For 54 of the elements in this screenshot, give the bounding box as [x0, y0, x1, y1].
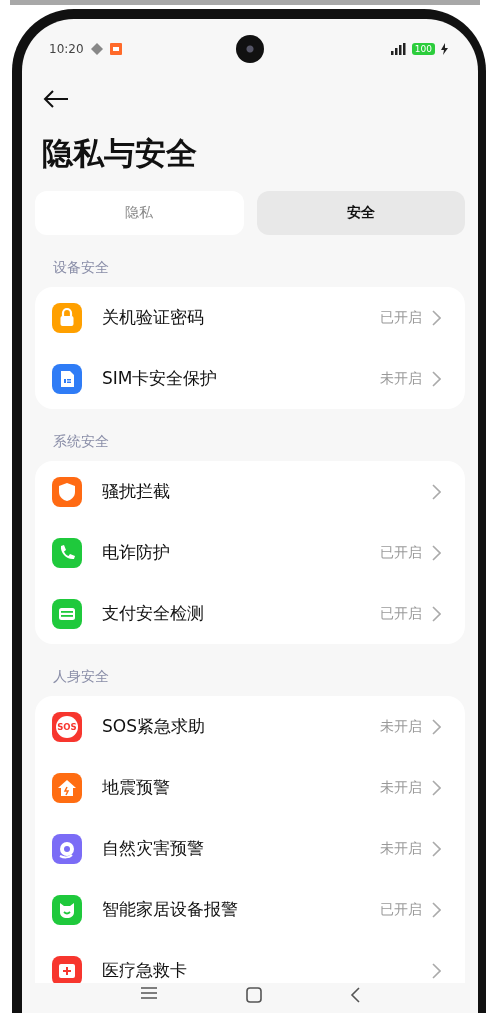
settings-item[interactable]: 骚扰拦截: [35, 461, 465, 522]
settings-item[interactable]: 自然灾害预警 未开启: [35, 818, 465, 879]
chevron-icon: [432, 544, 441, 561]
chevron-icon: [432, 483, 441, 500]
tab[interactable]: 安全: [256, 191, 465, 235]
section-heading: 设备安全: [52, 258, 110, 277]
settings-item[interactable]: 电诈防护 已开启: [35, 522, 465, 583]
chevron-icon: [432, 779, 441, 796]
item-label: 医疗急救卡: [102, 959, 187, 982]
sos-icon: SOS: [52, 711, 82, 742]
item-status: 未开启: [380, 778, 422, 797]
status-time: 10:20: [49, 42, 84, 56]
camera-icon: [236, 35, 264, 63]
item-label: 关机验证密码: [102, 306, 204, 329]
item-label: 地震预警: [102, 776, 170, 799]
diamond-icon: [89, 42, 104, 56]
settings-item[interactable]: SOS SOS紧急求助 未开启: [35, 696, 465, 757]
item-status: 已开启: [380, 604, 422, 623]
item-status: 未开启: [380, 369, 422, 388]
chevron-icon: [432, 718, 441, 735]
item-status: 未开启: [380, 839, 422, 858]
settings-item[interactable]: 智能家居设备报警 已开启: [35, 879, 465, 940]
item-label: 骚扰拦截: [102, 480, 170, 503]
item-label: 自然灾害预警: [102, 837, 204, 860]
item-status: 未开启: [380, 717, 422, 736]
item-label: SIM卡安全保护: [102, 367, 218, 390]
settings-item[interactable]: 关机验证密码 已开启: [35, 287, 465, 348]
chevron-icon: [432, 962, 441, 979]
section-heading: 系统安全: [52, 432, 110, 451]
back-arrow-icon[interactable]: [42, 89, 70, 109]
charging-icon: [441, 43, 448, 55]
section-heading: 人身安全: [52, 667, 110, 686]
chevron-icon: [432, 840, 441, 857]
settings-item[interactable]: 支付安全检测 已开启: [35, 583, 465, 644]
chevron-icon: [432, 901, 441, 918]
chevron-icon: [432, 309, 441, 326]
item-status: 已开启: [380, 900, 422, 919]
item-label: 电诈防护: [102, 541, 170, 564]
settings-item[interactable]: SIM卡安全保护 未开启: [35, 348, 465, 409]
settings-item[interactable]: 地震预警 未开启: [35, 757, 465, 818]
page-title: 隐私与安全: [42, 134, 198, 173]
chevron-icon: [432, 605, 441, 622]
notification-icon: [109, 43, 122, 55]
chevron-icon: [432, 370, 441, 387]
item-label: SOS紧急求助: [102, 715, 205, 738]
battery-level: 100: [411, 43, 435, 55]
menu-icon[interactable]: [140, 987, 158, 999]
item-status: 已开启: [380, 308, 422, 327]
item-label: 智能家居设备报警: [102, 898, 238, 921]
back-icon[interactable]: [350, 987, 360, 1003]
item-status: 已开启: [380, 543, 422, 562]
item-label: 支付安全检测: [102, 602, 204, 625]
tab[interactable]: 隐私: [35, 191, 244, 235]
home-icon[interactable]: [246, 987, 262, 1003]
